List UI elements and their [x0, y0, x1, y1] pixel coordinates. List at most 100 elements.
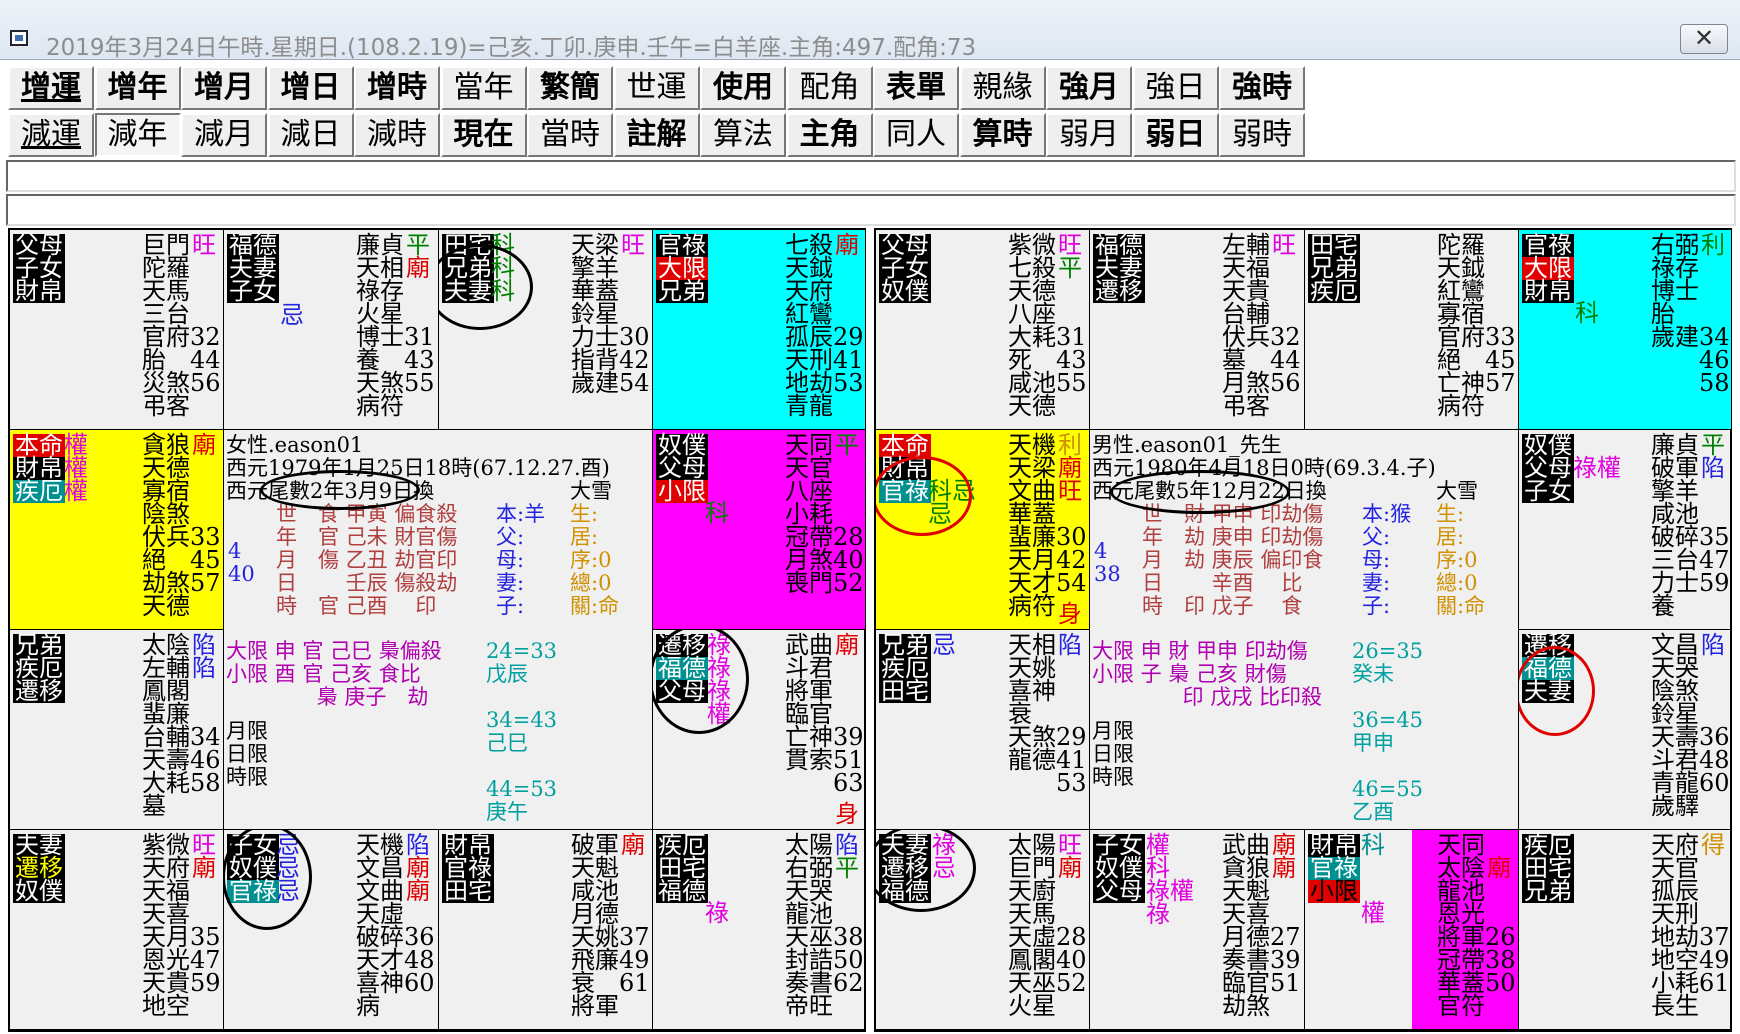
left-palace-3[interactable]: 田宅 兄弟 夫妻 科 科 科 天梁 擎羊 華蓋 鈴星 力士30 指背42 歲建54 … [439, 230, 653, 430]
right-palace-2[interactable]: 福德 夫妻 遷移 左輔 天福 天貴 台輔 伏兵32 墓 44 月煞56 弔客 旺 [1090, 230, 1305, 430]
toolbar-button[interactable]: 註解 [613, 113, 700, 157]
right-palace-9[interactable]: 子女 奴僕 父母 權 科 祿權 祿 武曲 貪狼 天魁 天喜 月德27 奏書39 臨官… [1090, 830, 1305, 1030]
toolbar-button[interactable]: 增月 [181, 66, 267, 110]
window-title: 2019年3月24日午時.星期日.(108.2.19)=己亥.丁卯.庚申.壬午=… [46, 35, 977, 61]
brightness-mark: 廟 [192, 431, 216, 459]
relations: 本:猴 父: 母: 妻: 子: [1362, 502, 1412, 618]
left-palace-8[interactable]: 財帛 官祿 田宅 破軍 天魁 咸池 月德 天姚37 飛廉49 衰 61 將軍 廟 [439, 830, 653, 1030]
toolbar-button[interactable]: 增運 [8, 66, 94, 110]
right-palace-4[interactable]: 官祿 大限 財帛 科 右弼 祿存 博士 胎 歲建34 46 58 利 [1519, 230, 1732, 430]
cycle-change: 西元尾數5年12月22日換 [1092, 479, 1327, 503]
left-palace-9[interactable]: 子女 奴僕 官祿 忌 忌 忌 天機 文昌 文曲 天虛 破碎36 天才48 喜神60 … [224, 830, 439, 1030]
left-palace-6[interactable]: 遷移 福德 父母 祿 祿 祿 權 武曲 斗君 將軍 臨官 亡神39 貫索51 63 … [653, 630, 866, 830]
transform-mark: 忌 [932, 631, 956, 659]
toolbar-button[interactable]: 配角 [786, 66, 873, 110]
birth-date: 西元1980年4月18日0時(69.3.4.子) [1092, 456, 1436, 480]
toolbar-button[interactable]: 繁簡 [527, 66, 613, 110]
left-palace-12[interactable]: 本命 財帛 疾厄 權 權 權 貪狼 天德 寡宿 陰煞 伏兵33 絕 45 劫煞57 … [10, 430, 224, 630]
toolbar-button[interactable]: 減時 [354, 113, 440, 157]
brightness-mark: 廟 [835, 631, 859, 659]
palace-tag: 財帛 [1522, 277, 1574, 305]
brightness-mark: 旺 [1272, 231, 1296, 259]
toolbar-button[interactable]: 當時 [527, 113, 613, 157]
toolbar-button[interactable]: 弱月 [1046, 113, 1132, 157]
period-limits: 月限 日限 時限 [226, 719, 268, 789]
input-line-1[interactable] [6, 160, 1736, 192]
toolbar-button[interactable]: 減月 [181, 113, 267, 157]
palace-tag: 兄弟 [1522, 877, 1574, 905]
star-list: 陀羅 天鉞 紅鸞 寡宿 官府33 絕 45 亡神57 病符 [1437, 231, 1516, 420]
transform-mark: 祿權 [1573, 454, 1621, 482]
toolbar-button[interactable]: 強月 [1046, 66, 1132, 110]
toolbar-button[interactable]: 減年 [94, 113, 181, 157]
transform-mark: 忌 [280, 301, 304, 329]
toolbar-button[interactable]: 增時 [354, 66, 440, 110]
toolbar-button[interactable]: 主角 [786, 113, 873, 157]
toolbar-button[interactable]: 表單 [873, 66, 959, 110]
age-value: 4 40 [228, 539, 255, 586]
star-list: 破軍 天魁 咸池 月德 天姚37 飛廉49 衰 61 將軍 [571, 831, 650, 1020]
decade-luck: 大限 申 財 甲申 印劫傷 小限 子 梟 己亥 財傷 印 戊戌 比印殺 [1092, 639, 1323, 709]
toolbar-button[interactable]: 現在 [440, 113, 527, 157]
toolbar-button[interactable]: 強時 [1219, 66, 1305, 110]
right-center-info: 男性.eason01_先生 西元1980年4月18日0時(69.3.4.子) 西… [1090, 430, 1519, 830]
brightness-mark: 平 [1058, 254, 1082, 282]
palace-tag: 小限 [1308, 877, 1360, 905]
palace-tag: 奴僕 [879, 277, 931, 305]
palace-tag: 兄弟 [656, 277, 708, 305]
toolbar-button[interactable]: 弱時 [1219, 113, 1305, 157]
transform-mark: 忌 忌 忌 [276, 831, 300, 905]
cycle-change: 西元尾數2年3月9日換 [226, 479, 435, 503]
toolbar-button[interactable]: 當年 [440, 66, 527, 110]
right-palace-12[interactable]: 本命 財帛 官祿 科忌 忌 天機 天梁 文曲 華蓋 蜚廉30 天月42 天才54 病… [876, 430, 1090, 630]
luck-ranges: 24=33 戊辰 34=43 己巳 44=53 庚午 [486, 639, 558, 824]
toolbar-button[interactable]: 算時 [959, 113, 1046, 157]
left-palace-11[interactable]: 兄弟 疾厄 遷移 太陰 左輔 鳳閣 蜚廉 台輔34 天壽46 大耗58 墓 陷 陷 [10, 630, 224, 830]
toolbar-button[interactable]: 強日 [1132, 66, 1219, 110]
person-name: 女性.eason01 [226, 433, 364, 457]
toolbar-button[interactable]: 使用 [700, 66, 786, 110]
brightness-mark: 廟 [1272, 854, 1296, 882]
palace-tag: 疾厄 [1308, 277, 1360, 305]
right-palace-6[interactable]: 遷移 福德 夫妻 文昌 天哭 陰煞 鈴星 天壽36 斗君48 青龍60 歲驛 陷 [1519, 630, 1732, 830]
palace-tag: 遷移 [13, 677, 65, 705]
brightness-mark: 旺 [192, 231, 216, 259]
transform-mark: 祿 忌 [932, 831, 956, 882]
toolbar-button[interactable]: 親緣 [959, 66, 1046, 110]
right-palace-5[interactable]: 奴僕 父母 子女 祿權 廉貞 破軍 擎羊 咸池 破碎35 三台47 力士59 養 平… [1519, 430, 1732, 630]
right-palace-8[interactable]: 財帛 官祿 小限 科 權 天同 太陰 龍池 恩光 將軍26 冠帶38 華蓋50 官符… [1305, 830, 1519, 1030]
transform-mark: 科 [1575, 299, 1599, 327]
toolbar-button[interactable]: 減運 [8, 113, 94, 157]
brightness-mark: 旺 [1058, 477, 1082, 505]
age-value: 4 38 [1094, 539, 1121, 586]
solar-term: 大雪 [570, 479, 612, 503]
right-palace-3[interactable]: 田宅 兄弟 疾厄 陀羅 天鉞 紅鸞 寡宿 官府33 絕 45 亡神57 病符 [1305, 230, 1519, 430]
left-palace-7[interactable]: 疾厄 田宅 福德 祿 太陽 右弼 天哭 龍池 天巫38 封誥50 奏書62 帝旺 陷… [653, 830, 866, 1030]
left-palace-2[interactable]: 福德 夫妻 子女 忌 廉貞 天相 祿存 火星 博士31 養 43 天煞55 病符 平… [224, 230, 439, 430]
toolbar-button[interactable]: 同人 [873, 113, 959, 157]
brightness-mark: 平 [835, 431, 859, 459]
toolbar-button[interactable]: 增日 [267, 66, 354, 110]
male-chart: 父母 子女 奴僕 紫微 七殺 天德 八座 大耗31 死 43 咸池55 天德 旺 平… [874, 228, 1732, 1032]
right-palace-10[interactable]: 夫妻 遷移 福德 祿 忌 太陽 巨門 天廚 天馬 天虛28 鳳閣40 天巫52 火星… [876, 830, 1090, 1030]
right-palace-1[interactable]: 父母 子女 奴僕 紫微 七殺 天德 八座 大耗31 死 43 咸池55 天德 旺 平 [876, 230, 1090, 430]
input-line-2[interactable] [6, 194, 1736, 226]
relations: 本:羊 父: 母: 妻: 子: [496, 502, 546, 618]
left-palace-5[interactable]: 奴僕 父母 小限 科 天同 天官 八座 小耗 冠帶28 月煞40 喪門52 平 [653, 430, 866, 630]
toolbar-button[interactable]: 弱日 [1132, 113, 1219, 157]
toolbar-button[interactable]: 算法 [700, 113, 786, 157]
transform-mark: 權 權 權 [64, 431, 88, 505]
left-palace-4[interactable]: 官祿 大限 兄弟 七殺 天鉞 天府 紅鸞 孤辰29 天刑41 地劫53 青龍 廟 [653, 230, 866, 430]
left-palace-1[interactable]: 父母 子女 財帛 巨門 陀羅 天馬 三台 官府32 胎 44 災煞56 弔客 旺 [10, 230, 224, 430]
female-chart: 父母 子女 財帛 巨門 陀羅 天馬 三台 官府32 胎 44 災煞56 弔客 旺 福… [8, 228, 866, 1032]
right-palace-7[interactable]: 疾厄 田宅 兄弟 天府 天官 孤辰 天刑 地劫37 地空49 小耗61 長生 得 [1519, 830, 1732, 1030]
birth-date: 西元1979年1月25日18時(67.12.27.酉) [226, 456, 610, 480]
app-icon[interactable] [10, 30, 28, 46]
left-palace-10[interactable]: 夫妻 遷移 奴僕 紫微 天府 天福 天喜 天月35 恩光47 天貴59 地空 旺 廟 [10, 830, 224, 1030]
toolbar-button[interactable]: 世運 [613, 66, 700, 110]
close-button[interactable]: ✕ [1680, 24, 1728, 54]
toolbar-button[interactable]: 增年 [94, 66, 181, 110]
palace-tag: 福德 [656, 877, 708, 905]
right-palace-11[interactable]: 兄弟 疾厄 田宅 忌 天相 天姚 喜神 衰 天煞29 龍德41 53 陷 [876, 630, 1090, 830]
toolbar-button[interactable]: 減日 [267, 113, 354, 157]
